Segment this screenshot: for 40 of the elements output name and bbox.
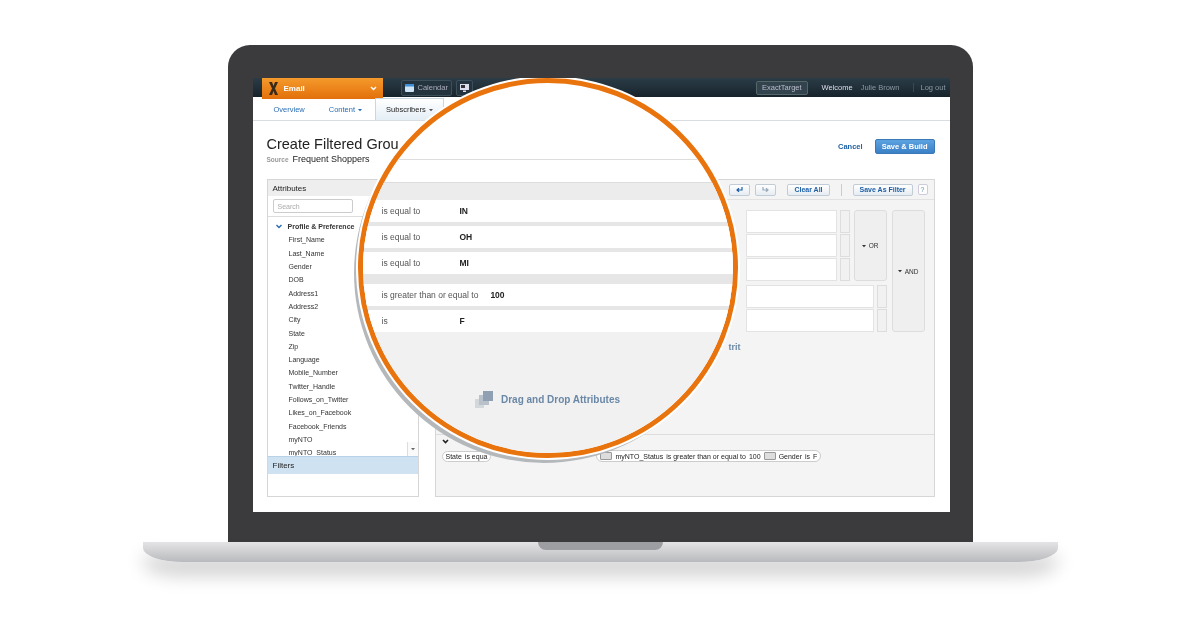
drop-hint-text: Drag and Drop Attributes	[500, 394, 621, 405]
rule-value: F	[459, 316, 465, 326]
panel-title[interactable]: Filters	[267, 456, 418, 474]
rule-operator: is greater than or equal to	[381, 290, 479, 300]
nav-button[interactable]	[455, 79, 473, 96]
calendar-icon	[404, 83, 414, 92]
rule-row[interactable]: is equal to OH	[362, 226, 733, 248]
rule-field[interactable]	[745, 210, 837, 233]
rule-value: OH	[459, 232, 473, 242]
caret-icon	[861, 243, 866, 248]
rule-value: IN	[459, 206, 468, 216]
rule-operator: is equal to	[381, 206, 422, 216]
page-title: Create Filtered Grou	[266, 136, 399, 152]
chevron-down-icon[interactable]	[441, 439, 449, 444]
rule-field[interactable]	[745, 258, 837, 281]
rule-row[interactable]: is greater than or equal to 100	[362, 284, 733, 306]
undo-button[interactable]	[729, 183, 751, 196]
rule-row[interactable]: is equal to MI	[362, 252, 733, 274]
source-name: Frequent Shoppers	[292, 154, 370, 164]
rule-value: MI	[459, 258, 469, 268]
chevron-down-icon	[369, 86, 377, 91]
undo-arrow-icon	[736, 186, 744, 193]
drag-drop-icon	[474, 390, 495, 409]
caret-icon	[897, 269, 902, 273]
connector-badge	[763, 452, 776, 460]
monitor-icon	[459, 83, 469, 92]
rule-field[interactable]	[745, 285, 874, 308]
rule-field[interactable]	[745, 234, 837, 257]
rule-operator: is	[381, 316, 389, 326]
drop-hint-text: trit	[728, 342, 741, 352]
redo-button[interactable]	[755, 183, 777, 196]
scrollbar[interactable]	[406, 442, 418, 456]
rule-field[interactable]	[745, 309, 874, 332]
rule-operator: is equal to	[381, 258, 422, 268]
x-logo-icon	[267, 82, 279, 95]
connector-badge	[600, 452, 613, 460]
redo-arrow-icon	[762, 186, 770, 193]
rule-value: 100	[490, 290, 505, 300]
scroll-down-icon	[410, 447, 415, 451]
rule-operator: is equal to	[381, 232, 422, 242]
